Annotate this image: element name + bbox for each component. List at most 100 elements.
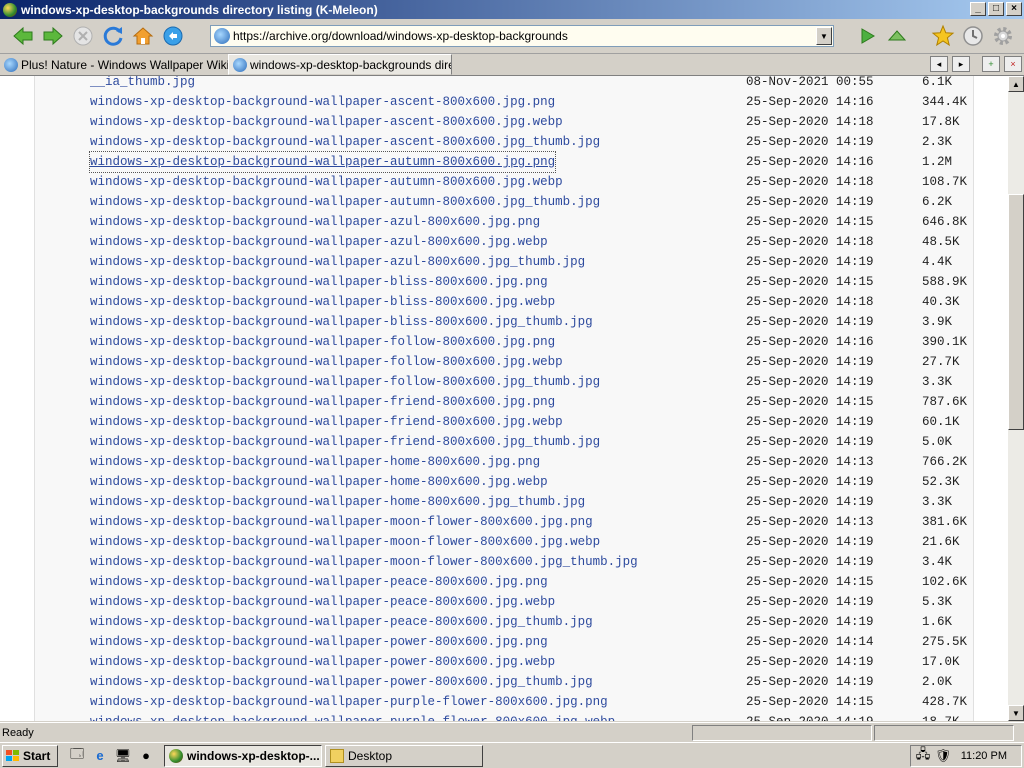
file-link[interactable]: windows-xp-desktop-background-wallpaper-… (90, 172, 563, 192)
file-date: 25-Sep-2020 14:16 (746, 95, 874, 109)
file-size: 3.3K (922, 495, 953, 509)
file-link[interactable]: windows-xp-desktop-background-wallpaper-… (90, 652, 555, 672)
file-link[interactable]: windows-xp-desktop-background-wallpaper-… (90, 332, 555, 352)
file-date: 25-Sep-2020 14:16 (746, 335, 874, 349)
vertical-scrollbar[interactable]: ▲ ▼ (1008, 76, 1024, 721)
file-date: 25-Sep-2020 14:19 (746, 315, 874, 329)
list-item: windows-xp-desktop-background-wallpaper-… (90, 272, 990, 292)
tab-prev-icon[interactable]: ◂ (930, 56, 948, 72)
scrollbar-thumb[interactable] (1008, 194, 1024, 430)
new-tab-icon[interactable]: + (982, 56, 1000, 72)
close-tab-icon[interactable]: × (1004, 56, 1022, 72)
star-icon (931, 24, 955, 47)
globe-icon (163, 26, 183, 46)
address-bar[interactable]: ▼ (210, 25, 834, 47)
file-size: 3.4K (922, 555, 953, 569)
address-dropdown-button[interactable]: ▼ (816, 27, 832, 45)
file-link[interactable]: windows-xp-desktop-background-wallpaper-… (90, 712, 615, 721)
internet-explorer-icon[interactable]: e (90, 746, 110, 766)
file-link[interactable]: windows-xp-desktop-background-wallpaper-… (90, 592, 555, 612)
file-link[interactable]: windows-xp-desktop-background-wallpaper-… (90, 352, 563, 372)
file-link[interactable]: windows-xp-desktop-background-wallpaper-… (90, 692, 608, 712)
file-link[interactable]: windows-xp-desktop-background-wallpaper-… (90, 252, 585, 272)
file-link[interactable]: windows-xp-desktop-background-wallpaper-… (90, 292, 555, 312)
file-link[interactable]: windows-xp-desktop-background-wallpaper-… (90, 392, 555, 412)
taskbar-button-desktop[interactable]: Desktop (325, 744, 483, 767)
go-button[interactable] (852, 21, 882, 51)
file-link[interactable]: windows-xp-desktop-background-wallpaper-… (90, 272, 548, 292)
file-link[interactable]: windows-xp-desktop-background-wallpaper-… (90, 432, 600, 452)
stop-button[interactable] (68, 21, 98, 51)
file-size: 646.8K (922, 215, 968, 229)
file-link[interactable]: windows-xp-desktop-background-wallpaper-… (90, 572, 548, 592)
list-item: windows-xp-desktop-background-wallpaper-… (90, 292, 990, 312)
file-date: 25-Sep-2020 14:19 (746, 675, 874, 689)
k-meleon-quicklaunch-icon[interactable]: ● (136, 746, 156, 766)
file-link[interactable]: windows-xp-desktop-background-wallpaper-… (90, 92, 555, 112)
go-site-button[interactable] (158, 21, 188, 51)
taskbar-button-label: Desktop (348, 748, 393, 763)
tab-directory-listing[interactable]: windows-xp-desktop-backgrounds dire... (228, 54, 452, 75)
file-link[interactable]: windows-xp-desktop-background-wallpaper-… (90, 412, 563, 432)
file-date: 25-Sep-2020 14:19 (746, 255, 874, 269)
file-link[interactable]: windows-xp-desktop-background-wallpaper-… (90, 232, 548, 252)
file-link[interactable]: windows-xp-desktop-background-wallpaper-… (90, 472, 548, 492)
tab-next-icon[interactable]: ▸ (952, 56, 970, 72)
close-button[interactable]: × (1006, 2, 1022, 16)
file-link[interactable]: windows-xp-desktop-background-wallpaper-… (90, 632, 548, 652)
file-size: 108.7K (922, 175, 968, 189)
maximize-button[interactable]: □ (988, 2, 1004, 16)
file-link[interactable]: windows-xp-desktop-background-wallpaper-… (90, 192, 600, 212)
show-desktop-icon[interactable]: 🗔 (67, 746, 87, 766)
file-size: 17.8K (922, 115, 960, 129)
list-item: windows-xp-desktop-background-wallpaper-… (90, 192, 990, 212)
scroll-up-arrow-icon[interactable]: ▲ (1008, 76, 1024, 92)
file-link[interactable]: windows-xp-desktop-background-wallpaper-… (90, 212, 540, 232)
file-date: 25-Sep-2020 14:19 (746, 535, 874, 549)
forward-button[interactable] (38, 21, 68, 51)
list-item: windows-xp-desktop-background-wallpaper-… (90, 392, 990, 412)
up-level-button[interactable] (882, 21, 912, 51)
url-input[interactable] (233, 27, 813, 45)
file-link[interactable]: windows-xp-desktop-background-wallpaper-… (90, 132, 600, 152)
list-item: windows-xp-desktop-background-wallpaper-… (90, 112, 990, 132)
list-item: windows-xp-desktop-background-wallpaper-… (90, 92, 990, 112)
network-icon[interactable]: 🖧 (913, 746, 933, 766)
tab-label: Plus! Nature - Windows Wallpaper Wiki (21, 58, 228, 72)
file-size: 2.3K (922, 135, 953, 149)
start-button[interactable]: Start (2, 744, 58, 767)
file-link[interactable]: windows-xp-desktop-background-wallpaper-… (90, 552, 638, 572)
file-date: 25-Sep-2020 14:15 (746, 695, 874, 709)
reload-button[interactable] (98, 21, 128, 51)
file-date: 25-Sep-2020 14:14 (746, 635, 874, 649)
file-link[interactable]: windows-xp-desktop-background-wallpaper-… (90, 372, 600, 392)
security-shield-icon[interactable]: 🛡 (933, 746, 953, 766)
file-date: 25-Sep-2020 14:18 (746, 235, 874, 249)
file-link[interactable]: windows-xp-desktop-background-wallpaper-… (90, 112, 563, 132)
home-icon (132, 27, 154, 45)
windows-explorer-icon[interactable]: 🖥 (113, 746, 133, 766)
home-button[interactable] (128, 21, 158, 51)
file-link[interactable]: windows-xp-desktop-background-wallpaper-… (90, 532, 600, 552)
bookmarks-button[interactable] (928, 21, 958, 51)
file-link[interactable]: windows-xp-desktop-background-wallpaper-… (90, 672, 593, 692)
tab-plus-nature[interactable]: Plus! Nature - Windows Wallpaper Wiki (0, 55, 228, 75)
list-item: windows-xp-desktop-background-wallpaper-… (90, 592, 990, 612)
file-link[interactable]: windows-xp-desktop-background-wallpaper-… (90, 312, 593, 332)
minimize-button[interactable]: _ (970, 2, 986, 16)
settings-button[interactable] (988, 21, 1018, 51)
scroll-down-arrow-icon[interactable]: ▼ (1008, 705, 1024, 721)
taskbar-button-browser[interactable]: windows-xp-desktop-... (164, 744, 322, 767)
history-button[interactable] (958, 21, 988, 51)
file-link[interactable]: windows-xp-desktop-background-wallpaper-… (90, 452, 540, 472)
back-button[interactable] (8, 21, 38, 51)
file-link[interactable]: windows-xp-desktop-background-wallpaper-… (90, 512, 593, 532)
file-link[interactable]: windows-xp-desktop-background-wallpaper-… (88, 151, 557, 173)
tab-label: windows-xp-desktop-backgrounds dire... (250, 57, 452, 72)
file-link[interactable]: windows-xp-desktop-background-wallpaper-… (90, 492, 585, 512)
window-title-bar[interactable]: windows-xp-desktop-backgrounds directory… (0, 0, 1024, 19)
gear-icon (994, 27, 1012, 45)
file-link[interactable]: windows-xp-desktop-background-wallpaper-… (90, 612, 593, 632)
k-meleon-icon (169, 748, 183, 763)
file-link[interactable]: __ia_thumb.jpg (90, 76, 195, 92)
